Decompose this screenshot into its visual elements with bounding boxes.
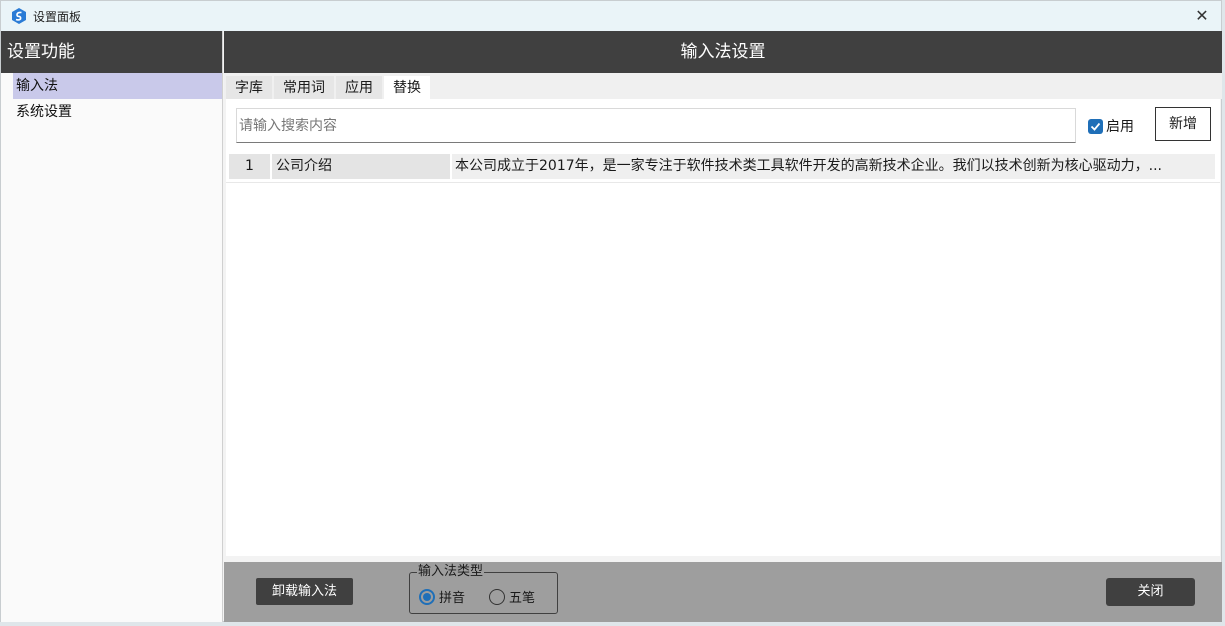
- tab-common-words[interactable]: 常用词: [274, 76, 334, 100]
- sidebar-item-ime[interactable]: 输入法: [13, 73, 222, 99]
- settings-window: 设置面板 ✕ 设置功能 输入法 系统设置 输入法设置 字库 常用词 应用 替换 …: [0, 0, 1222, 622]
- window-close-icon[interactable]: ✕: [1191, 5, 1213, 27]
- table-row[interactable]: 1 公司介绍 本公司成立于2017年，是一家专注于软件技术类工具软件开发的高新技…: [227, 152, 1217, 181]
- app-logo-icon: [12, 8, 26, 24]
- add-button[interactable]: 新增: [1155, 107, 1211, 141]
- tab-apps[interactable]: 应用: [336, 76, 382, 100]
- ime-type-group: 输入法类型 拼音 五笔: [409, 564, 558, 614]
- title-bar: 设置面板 ✕: [1, 1, 1221, 31]
- radio-unselected-icon[interactable]: [489, 588, 505, 605]
- page-title: 输入法设置: [224, 31, 1222, 73]
- row-divider: [226, 182, 1220, 183]
- replace-panel: 启用 新增 1 公司介绍 本公司成立于2017年，是一家专注于软件技术类工具软件…: [226, 99, 1220, 556]
- radio-selected-icon[interactable]: [419, 588, 435, 605]
- row-name[interactable]: 公司介绍: [272, 154, 450, 179]
- close-button[interactable]: 关闭: [1106, 578, 1195, 606]
- tab-bar: 字库 常用词 应用 替换: [224, 73, 1222, 100]
- radio-wubi[interactable]: 五笔: [489, 587, 535, 606]
- enable-checkbox[interactable]: 启用: [1088, 116, 1134, 136]
- main-panel: 输入法设置 字库 常用词 应用 替换 启用 新增 1 公司介绍 本公司成立于20…: [224, 31, 1222, 622]
- footer-bar: 卸载输入法 输入法类型 拼音 五笔 关闭: [224, 562, 1222, 622]
- ime-type-title: 输入法类型: [417, 564, 485, 580]
- sidebar: 设置功能 输入法 系统设置: [1, 31, 223, 622]
- sidebar-item-system-settings[interactable]: 系统设置: [13, 99, 222, 125]
- checkbox-checked-icon[interactable]: [1088, 118, 1103, 134]
- uninstall-ime-button[interactable]: 卸载输入法: [256, 578, 353, 605]
- enable-label: 启用: [1106, 119, 1134, 135]
- tab-dictionary[interactable]: 字库: [226, 76, 272, 100]
- row-value[interactable]: 本公司成立于2017年，是一家专注于软件技术类工具软件开发的高新技术企业。我们以…: [452, 154, 1215, 179]
- window-title: 设置面板: [33, 10, 82, 24]
- row-index: 1: [229, 154, 270, 179]
- sidebar-title: 设置功能: [1, 31, 222, 73]
- radio-pinyin-label: 拼音: [439, 591, 466, 606]
- radio-pinyin[interactable]: 拼音: [419, 587, 465, 606]
- search-input[interactable]: [236, 108, 1076, 143]
- radio-wubi-label: 五笔: [509, 591, 536, 606]
- tab-replace[interactable]: 替换: [384, 76, 430, 100]
